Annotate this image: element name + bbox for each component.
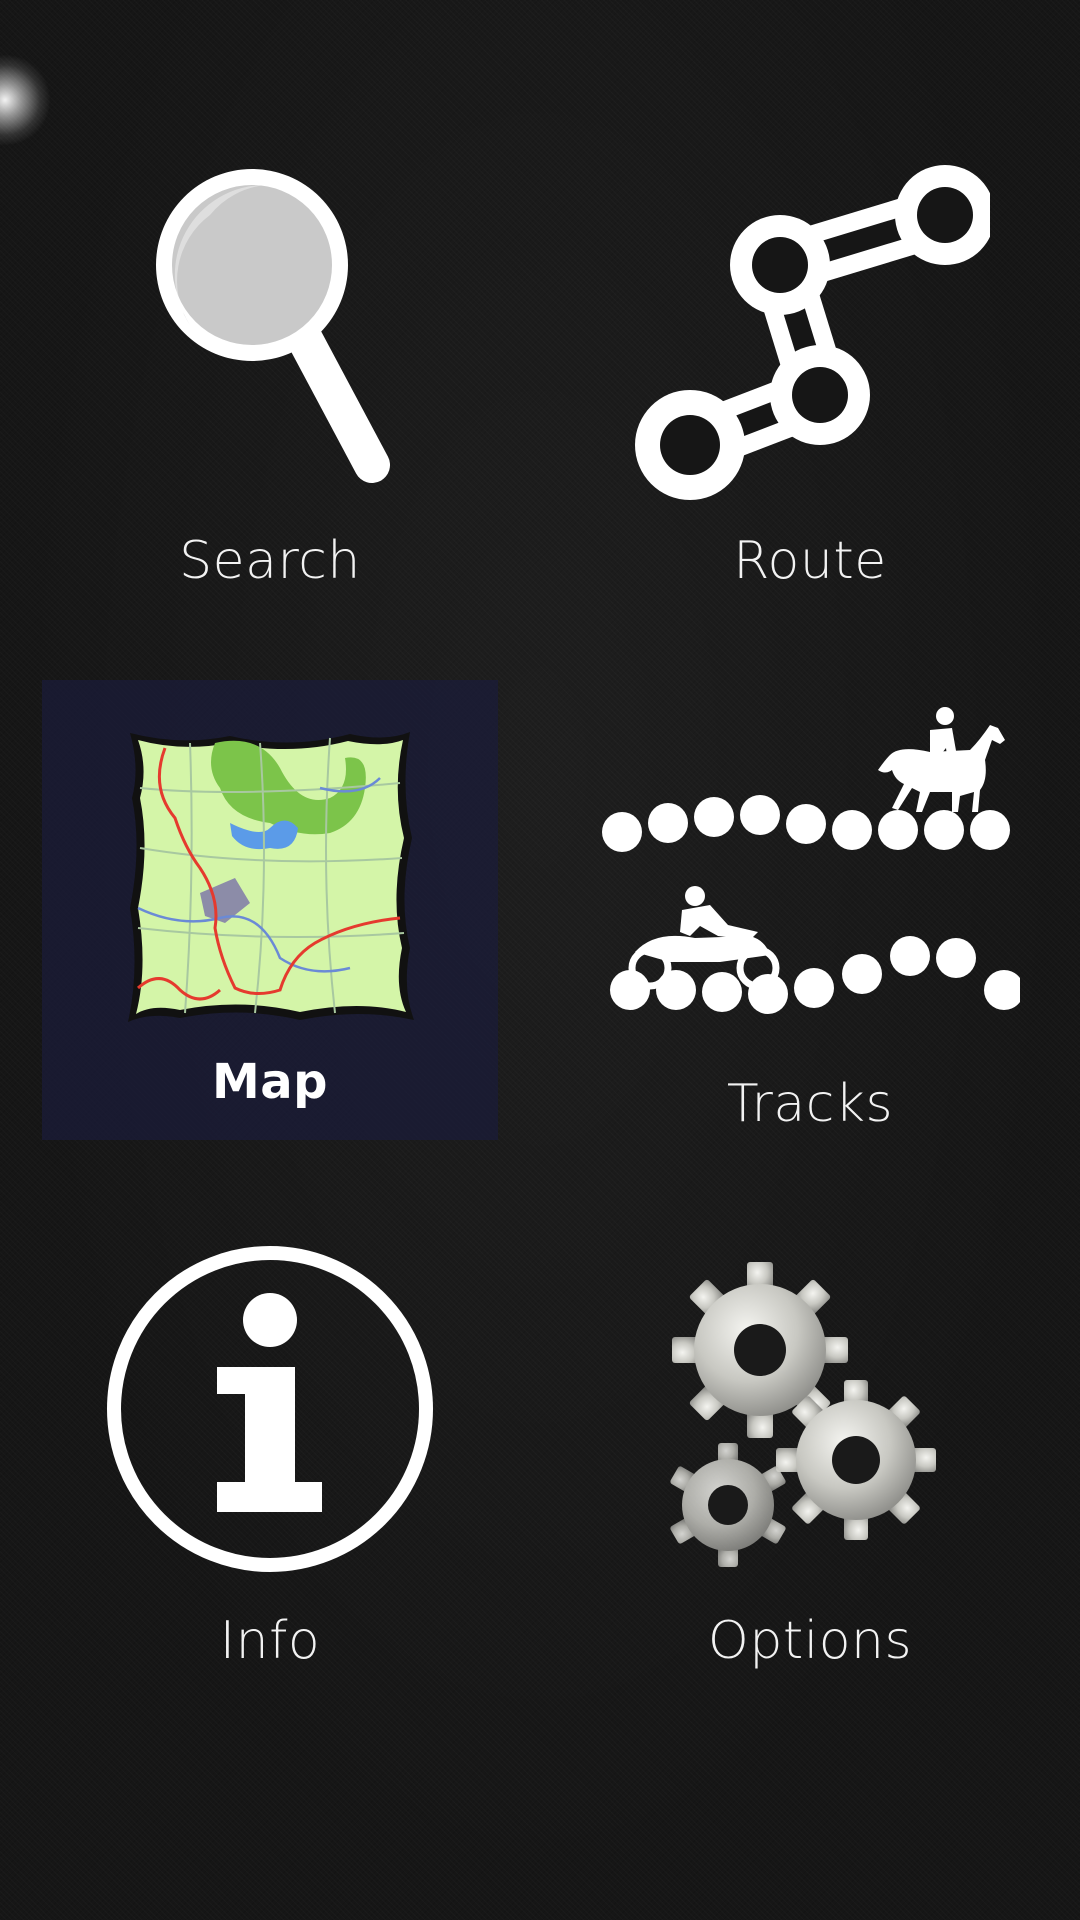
menu-item-options[interactable]: Options <box>582 1220 1038 1680</box>
info-icon <box>105 1244 435 1574</box>
menu-item-label: Options <box>707 1611 913 1671</box>
menu-item-route[interactable]: Route <box>582 130 1038 590</box>
gears-icon <box>660 1240 960 1580</box>
menu-item-label: Map <box>211 1054 328 1110</box>
menu-item-info[interactable]: Info <box>42 1220 498 1680</box>
tracks-icon <box>600 700 1020 1040</box>
menu-item-label: Tracks <box>726 1074 894 1134</box>
menu-item-label: Search <box>179 531 361 591</box>
menu-item-label: Route <box>733 531 887 591</box>
menu-item-search[interactable]: Search <box>42 130 498 590</box>
menu-item-tracks[interactable]: Tracks <box>582 680 1038 1140</box>
menu-item-label: Info <box>219 1611 321 1671</box>
magnifier-icon <box>150 165 390 495</box>
menu-item-map[interactable]: Map <box>42 680 498 1140</box>
map-icon <box>120 728 420 1028</box>
route-icon <box>630 165 990 505</box>
